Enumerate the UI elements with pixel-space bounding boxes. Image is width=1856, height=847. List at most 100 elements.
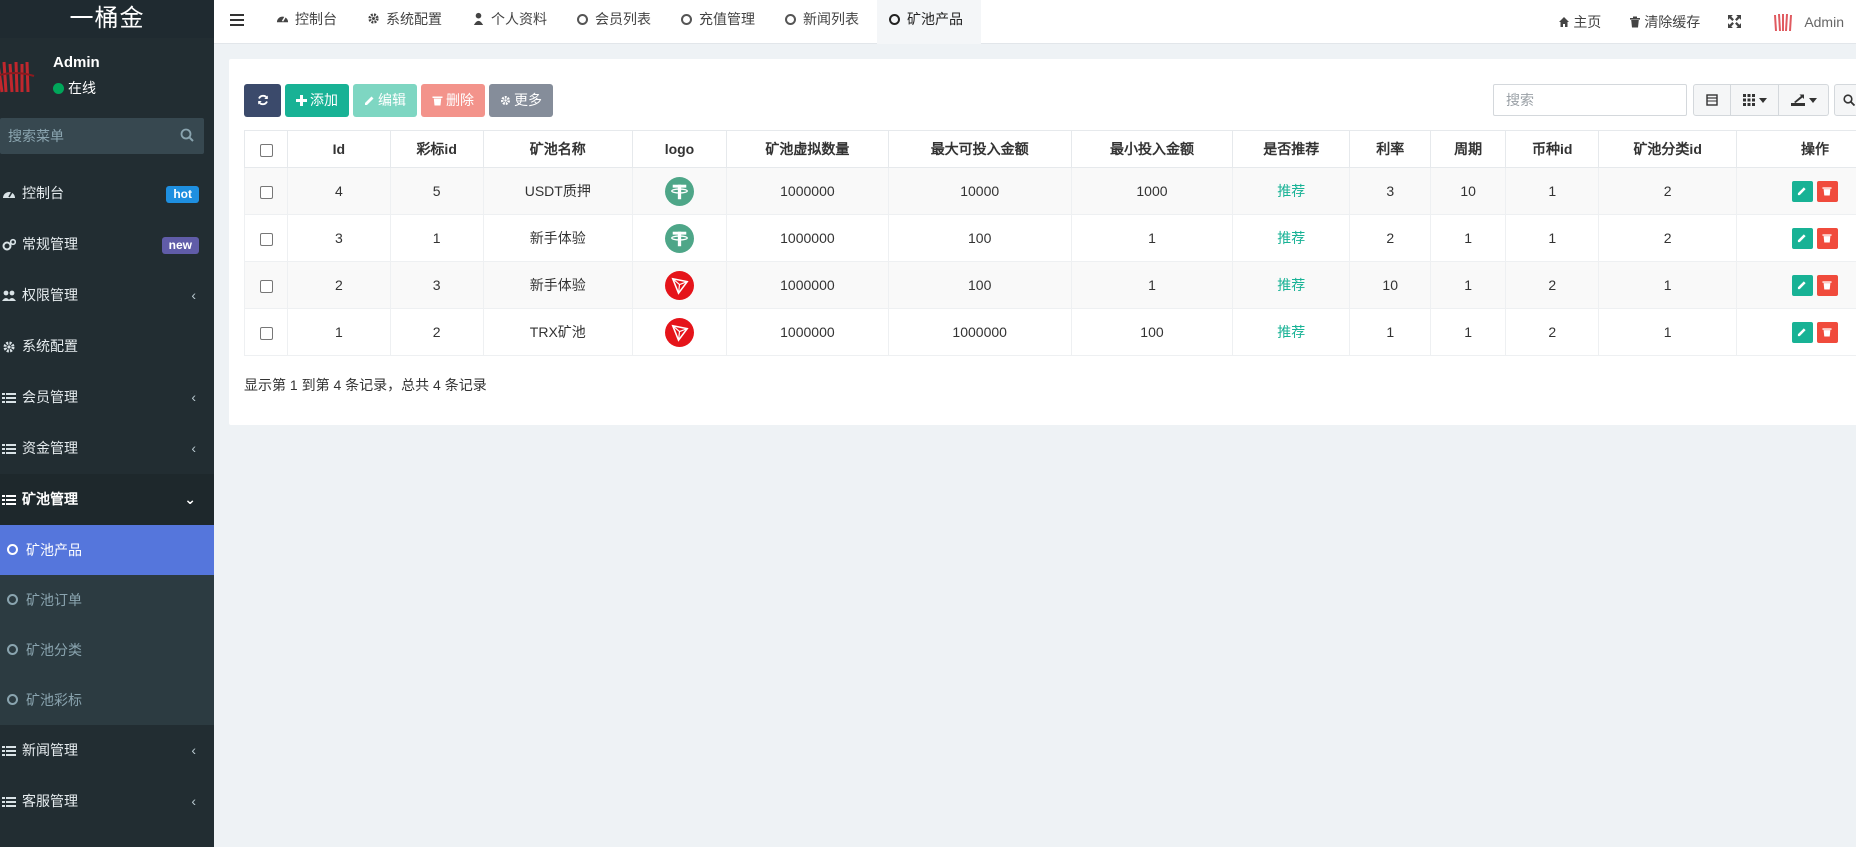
select-all-cell — [243, 130, 289, 168]
sidebar-item-customer-service[interactable]: 客服管理 ‹ — [0, 776, 214, 827]
fullscreen-button[interactable] — [1728, 3, 1744, 41]
pagination-info: 显示第 1 到第 4 条记录，总共 4 条记录 — [244, 377, 487, 393]
column-header[interactable]: 最小投入金额 — [1070, 130, 1234, 168]
column-header[interactable]: 是否推荐 — [1232, 130, 1351, 168]
table-search-input[interactable] — [1493, 84, 1687, 116]
sidebar-subitem-pool-tags[interactable]: 矿池彩标 — [0, 675, 214, 725]
row-edit-button[interactable] — [1791, 274, 1813, 296]
subitem-label: 矿池订单 — [26, 592, 82, 608]
sidebar-item-members[interactable]: 会员管理 ‹ — [0, 372, 214, 423]
home-link[interactable]: 主页 — [1558, 3, 1601, 41]
sidebar-item-label: 常规管理 — [22, 236, 78, 252]
select-all-checkbox[interactable] — [259, 143, 273, 157]
tab-pool-products[interactable]: 矿池产品 — [877, 0, 981, 44]
tab-profile[interactable]: 个人资料 — [460, 0, 565, 44]
tab-recharge[interactable]: 充值管理 — [669, 0, 773, 44]
more-button[interactable]: 更多 — [489, 84, 553, 117]
row-delete-button[interactable] — [1816, 274, 1838, 296]
tab-system-config[interactable]: 系统配置 — [355, 0, 460, 44]
row-checkbox[interactable] — [259, 232, 273, 246]
column-header[interactable]: Id — [287, 130, 391, 168]
tab-news-list[interactable]: 新闻列表 — [773, 0, 877, 44]
trx-logo-icon[interactable] — [664, 317, 694, 347]
cell-recommend: 推荐 — [1232, 167, 1351, 215]
columns-button[interactable] — [1731, 84, 1779, 116]
column-header[interactable]: 彩标id — [389, 130, 484, 168]
sidebar-item-funds[interactable]: 资金管理 ‹ — [0, 423, 214, 474]
cell-name: 新手体验 — [482, 214, 633, 262]
row-edit-button[interactable] — [1791, 180, 1813, 202]
sidebar-subitem-pool-orders[interactable]: 矿池订单 — [0, 575, 214, 625]
grid-icon — [1742, 94, 1755, 106]
recommend-link[interactable]: 推荐 — [1277, 324, 1305, 340]
cell-min-amount: 1 — [1070, 214, 1234, 262]
row-edit-button[interactable] — [1791, 321, 1813, 343]
clear-cache-button[interactable]: 清除缓存 — [1629, 3, 1700, 41]
export-button[interactable] — [1779, 84, 1829, 116]
row-edit-button[interactable] — [1791, 227, 1813, 249]
trx-logo-icon[interactable] — [664, 270, 694, 300]
toggle-view-button[interactable] — [1693, 84, 1731, 116]
menu-search-input[interactable] — [0, 118, 170, 154]
edit-button[interactable]: 编辑 — [353, 84, 417, 117]
app-logo[interactable]: 一桶金 — [0, 0, 214, 38]
sidebar-subitem-pool-products[interactable]: 矿池产品 — [0, 525, 214, 575]
row-delete-button[interactable] — [1816, 321, 1838, 343]
list-icon — [2, 495, 16, 505]
admin-label: Admin — [1804, 14, 1844, 30]
row-checkbox[interactable] — [259, 279, 273, 293]
column-header[interactable]: logo — [631, 130, 728, 168]
sidebar-item-label: 新闻管理 — [22, 742, 78, 758]
tab-member-list[interactable]: 会员列表 — [565, 0, 669, 44]
sidebar-item-system-config[interactable]: 系统配置 — [0, 321, 214, 372]
column-header[interactable]: 矿池虚拟数量 — [726, 130, 889, 168]
column-header[interactable]: 利率 — [1349, 130, 1432, 168]
pencil-icon — [1798, 187, 1807, 196]
sidebar-item-general[interactable]: 常规管理 new — [0, 219, 214, 270]
cell-virtual-qty: 1000000 — [726, 261, 889, 309]
add-button[interactable]: 添加 — [285, 84, 349, 117]
cell-name: TRX矿池 — [482, 308, 633, 356]
sidebar-item-news[interactable]: 新闻管理 ‹ — [0, 725, 214, 776]
user-icon — [473, 12, 484, 25]
search-icon[interactable] — [180, 128, 194, 142]
row-delete-button[interactable] — [1816, 180, 1838, 202]
clear-cache-label: 清除缓存 — [1644, 14, 1701, 30]
column-header[interactable]: 最大可投入金额 — [887, 130, 1072, 168]
usdt-logo-icon[interactable] — [664, 223, 694, 253]
sidebar-item-permissions[interactable]: 权限管理 ‹ — [0, 270, 214, 321]
cell-period: 1 — [1430, 308, 1507, 356]
sidebar-item-dashboard[interactable]: 控制台 hot — [0, 168, 214, 219]
circle-icon — [889, 14, 900, 25]
trash-icon — [1630, 16, 1641, 28]
column-header[interactable]: 币种id — [1505, 130, 1600, 168]
cell-id: 4 — [287, 167, 391, 215]
usdt-logo-icon[interactable] — [664, 176, 694, 206]
sidebar-item-label: 矿池管理 — [22, 491, 78, 507]
refresh-button[interactable] — [244, 84, 281, 117]
row-actions — [1791, 321, 1838, 343]
home-label: 主页 — [1573, 14, 1602, 30]
recommend-link[interactable]: 推荐 — [1277, 230, 1305, 246]
delete-label: 删除 — [446, 92, 474, 108]
cogs-icon — [2, 238, 16, 251]
column-header[interactable]: 矿池名称 — [482, 130, 633, 168]
recommend-link[interactable]: 推荐 — [1277, 277, 1305, 293]
column-header[interactable]: 矿池分类id — [1598, 130, 1737, 168]
hamburger-menu-icon[interactable] — [230, 13, 244, 27]
row-checkbox[interactable] — [259, 185, 273, 199]
chevron-left-icon: ‹ — [191, 793, 196, 809]
row-delete-button[interactable] — [1816, 227, 1838, 249]
delete-button[interactable]: 删除 — [421, 84, 485, 117]
export-icon — [1790, 94, 1805, 106]
recommend-link[interactable]: 推荐 — [1277, 183, 1305, 199]
advanced-search-button[interactable] — [1834, 84, 1856, 116]
tab-dashboard[interactable]: 控制台 — [264, 0, 355, 44]
sidebar-subitem-pool-categories[interactable]: 矿池分类 — [0, 625, 214, 675]
sidebar-item-mining-pool[interactable]: 矿池管理 ⌄ — [0, 474, 214, 525]
row-checkbox[interactable] — [259, 326, 273, 340]
admin-user-menu[interactable]: Admin — [1772, 3, 1844, 41]
sidebar-item-label: 权限管理 — [22, 287, 78, 303]
column-header[interactable]: 周期 — [1430, 130, 1507, 168]
tab-label: 会员列表 — [595, 11, 651, 27]
